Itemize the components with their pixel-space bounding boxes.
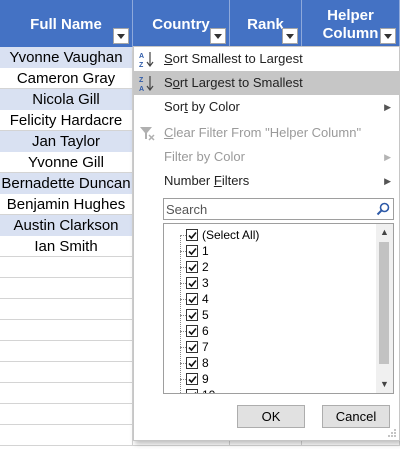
name-cell[interactable]: Jan Taylor — [0, 131, 133, 152]
list-item-label: 7 — [202, 340, 209, 354]
header-rank: Rank — [230, 0, 302, 47]
tree-connector — [180, 331, 186, 332]
name-cell[interactable] — [0, 383, 133, 404]
menu-item-label: Sort Smallest to Largest — [164, 51, 303, 66]
value-checklist: (Select All) 1 2 3 4 5 6 7 8 910 ▲ ▼ — [163, 223, 394, 394]
tree-connector — [180, 283, 186, 284]
clear-filter-item: Clear Filter From "Helper Column" — [134, 121, 399, 145]
menu-item-label: Sort by Color — [164, 99, 240, 114]
filter-menu: A Z Sort Smallest to Largest Z A Sort La… — [133, 46, 400, 441]
name-cell[interactable] — [0, 257, 133, 278]
tree-connector — [180, 235, 186, 236]
name-cell[interactable] — [0, 362, 133, 383]
search-box — [163, 198, 394, 220]
tree-connector — [180, 251, 186, 252]
filter-dropdown-button[interactable] — [210, 28, 226, 44]
sort-descending-icon: Z A — [139, 76, 154, 92]
name-cell[interactable]: Ian Smith — [0, 236, 133, 257]
name-cell[interactable] — [0, 425, 133, 446]
tree-connector — [180, 267, 186, 268]
checkmark-icon — [188, 311, 197, 320]
vertical-scrollbar[interactable]: ▲ ▼ — [376, 224, 393, 393]
sort-descending-item[interactable]: Z A Sort Largest to Smallest — [134, 71, 399, 95]
chevron-down-icon — [117, 33, 125, 39]
name-cell[interactable]: Yvonne Gill — [0, 152, 133, 173]
chevron-down-icon — [214, 33, 222, 39]
filter-dropdown-button[interactable] — [113, 28, 129, 44]
name-cell[interactable] — [0, 320, 133, 341]
checkmark-icon — [188, 295, 197, 304]
list-item-label: 10 — [202, 387, 215, 393]
checkmark-icon — [188, 263, 197, 272]
name-cell[interactable] — [0, 299, 133, 320]
checkmark-icon — [188, 359, 197, 368]
menu-item-label: Filter by Color — [164, 149, 245, 164]
name-cell[interactable]: Benjamin Hughes — [0, 194, 133, 215]
checkmark-icon — [188, 327, 197, 336]
name-cell[interactable]: Nicola Gill — [0, 89, 133, 110]
chevron-down-icon — [384, 33, 392, 39]
name-cell[interactable]: Austin Clarkson — [0, 215, 133, 236]
scroll-up-icon[interactable]: ▲ — [376, 224, 393, 241]
checkmark-icon — [188, 343, 197, 352]
name-cell[interactable]: Felicity Hardacre — [0, 110, 133, 131]
search-input[interactable] — [166, 201, 366, 217]
cancel-button[interactable]: Cancel — [322, 405, 390, 428]
list-item-label: 4 — [202, 292, 209, 306]
header-full-name: Full Name — [0, 0, 133, 47]
name-cell[interactable]: Bernadette Duncan — [0, 173, 133, 194]
svg-text:A: A — [139, 53, 144, 60]
checkmark-icon — [188, 231, 197, 240]
scroll-down-icon[interactable]: ▼ — [376, 376, 393, 393]
tree-connector — [180, 363, 186, 364]
resize-grip-icon[interactable] — [387, 428, 397, 438]
sort-ascending-icon: A Z — [139, 52, 154, 68]
list-item-label: 9 — [202, 372, 209, 386]
ok-button[interactable]: OK — [237, 405, 305, 428]
tree-connector — [180, 347, 186, 348]
menu-item-label: Clear Filter From "Helper Column" — [164, 125, 362, 140]
filter-dropdown-button[interactable] — [282, 28, 298, 44]
menu-item-label: Sort Largest to Smallest — [164, 75, 303, 90]
search-icon — [376, 202, 390, 216]
filter-active-dropdown-button[interactable] — [380, 28, 396, 44]
scrollbar-thumb[interactable] — [379, 242, 389, 364]
chevron-down-icon — [286, 33, 294, 39]
checkmark-icon — [188, 375, 197, 384]
clear-filter-icon — [140, 127, 155, 141]
checkmark-icon — [188, 247, 197, 256]
list-item-label: 8 — [202, 356, 209, 370]
svg-text:Z: Z — [139, 62, 144, 68]
list-item-label: 5 — [202, 308, 209, 322]
sort-ascending-item[interactable]: A Z Sort Smallest to Largest — [134, 47, 399, 71]
name-cell[interactable] — [0, 278, 133, 299]
chevron-right-icon: ▶ — [384, 176, 391, 186]
name-cell[interactable] — [0, 341, 133, 362]
name-cell[interactable]: Yvonne Vaughan — [0, 47, 133, 68]
filter-by-color-item: Filter by Color ▶ — [134, 145, 399, 169]
checkmark-icon — [194, 391, 197, 393]
svg-text:Z: Z — [139, 77, 144, 84]
menu-item-label: Number Filters — [164, 173, 250, 188]
sort-by-color-item[interactable]: Sort by Color ▶ — [134, 95, 399, 119]
tree-connector — [180, 299, 186, 300]
name-cell[interactable]: Cameron Gray — [0, 68, 133, 89]
list-item-label: 6 — [202, 324, 209, 338]
list-item-label: 3 — [202, 276, 209, 290]
number-filters-item[interactable]: Number Filters ▶ — [134, 169, 399, 193]
list-item-label: 1 — [202, 244, 209, 258]
name-cell[interactable] — [0, 404, 133, 425]
list-item-label: (Select All) — [202, 228, 260, 242]
chevron-right-icon: ▶ — [384, 102, 391, 112]
list-item-label: 2 — [202, 260, 209, 274]
tree-connector — [180, 315, 186, 316]
checkmark-icon — [188, 279, 197, 288]
tree-connector — [180, 379, 186, 380]
header-country: Country — [133, 0, 230, 47]
header-label-line1: Helper — [327, 7, 374, 24]
svg-text:A: A — [139, 86, 144, 92]
chevron-right-icon: ▶ — [384, 152, 391, 162]
header-helper-column: Helper Column — [302, 0, 400, 47]
